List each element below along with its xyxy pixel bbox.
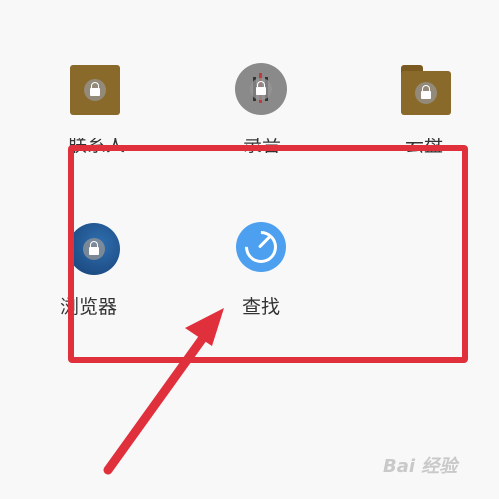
lock-icon [415,82,437,104]
contacts-icon [70,65,120,115]
lock-icon [84,79,106,101]
lock-icon [250,78,272,100]
folder-icon [401,65,451,115]
highlight-box [68,145,468,363]
watermark-text: Bai 经验 [383,456,458,477]
recorder-icon [235,63,287,115]
